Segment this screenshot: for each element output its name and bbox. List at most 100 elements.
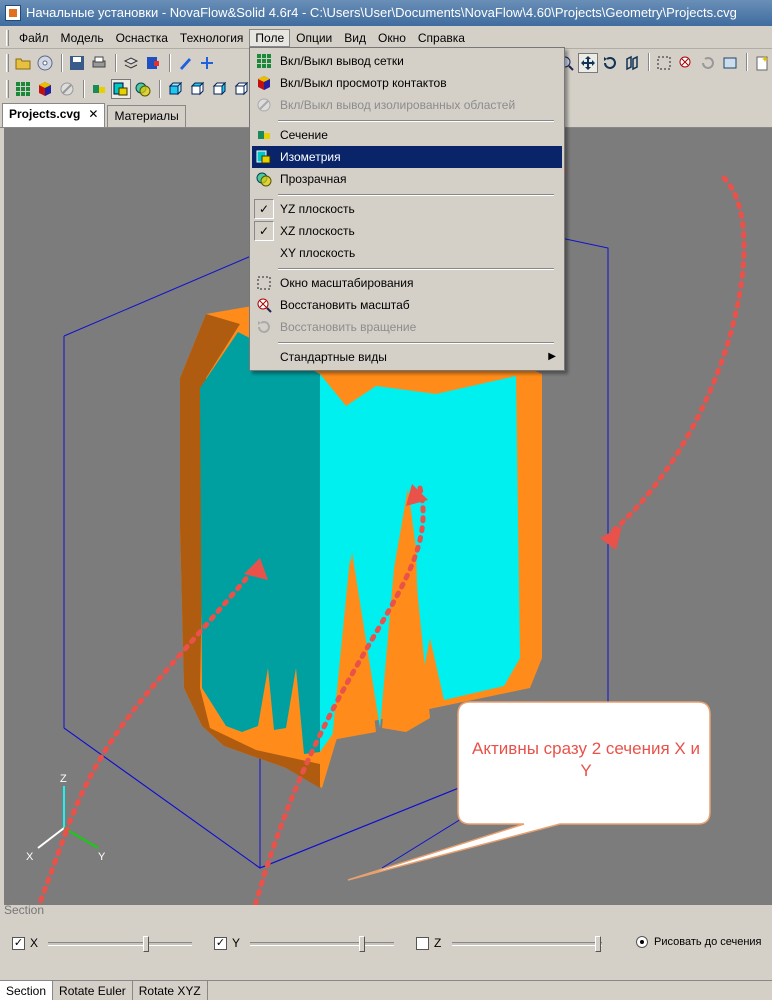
save-icon[interactable] xyxy=(67,53,87,73)
menu-item-label: XY плоскость xyxy=(280,246,356,260)
transparent-icon[interactable] xyxy=(133,79,153,99)
menu-file[interactable]: Файл xyxy=(13,29,55,47)
rotate-icon[interactable] xyxy=(600,53,620,73)
menu-help[interactable]: Справка xyxy=(412,29,471,47)
menu-item-label: Восстановить вращение xyxy=(280,320,417,334)
layers-icon[interactable] xyxy=(121,53,141,73)
restore-rotation-icon[interactable] xyxy=(698,53,718,73)
axis-icon[interactable] xyxy=(197,53,217,73)
menu-item-transparent[interactable]: Прозрачная xyxy=(252,168,562,190)
grid-icon xyxy=(256,53,272,69)
section-y-checkbox[interactable]: ✓ xyxy=(214,936,227,950)
isometry-icon[interactable] xyxy=(111,79,131,99)
export-icon[interactable] xyxy=(143,53,163,73)
menu-item-toggle-contacts[interactable]: Вкл/Выкл просмотр контактов xyxy=(252,72,562,94)
tab-label: Projects.cvg xyxy=(9,107,81,121)
menu-options[interactable]: Опции xyxy=(290,29,338,47)
menu-window[interactable]: Окно xyxy=(372,29,412,47)
restore-zoom-icon xyxy=(256,297,272,313)
menu-field[interactable]: Поле xyxy=(249,28,291,47)
menu-item-xz-plane[interactable]: ✓ XZ плоскость xyxy=(252,220,562,242)
grid-icon[interactable] xyxy=(13,79,33,99)
cube-contacts-icon xyxy=(256,75,272,91)
section-panel: ✓ X ✓ Y Z Рисовать до сечения xyxy=(4,928,772,964)
menu-item-label: Вкл/Выкл просмотр контактов xyxy=(280,76,447,90)
toolbar-separator xyxy=(159,80,161,98)
menu-tooling[interactable]: Оснастка xyxy=(110,29,174,47)
menu-item-yz-plane[interactable]: ✓ YZ плоскость xyxy=(252,198,562,220)
menu-technology[interactable]: Технология xyxy=(174,29,250,47)
menu-item-section[interactable]: Сечение xyxy=(252,124,562,146)
menu-item-toggle-isolated[interactable]: Вкл/Выкл вывод изолированных областей xyxy=(252,94,562,116)
menu-item-isometry[interactable]: Изометрия xyxy=(252,146,562,168)
tab-materials[interactable]: Материалы xyxy=(107,105,186,127)
restore-rotation-icon xyxy=(256,319,272,335)
section-y-slider-thumb[interactable] xyxy=(359,936,366,952)
menu-item-label: Восстановить масштаб xyxy=(280,298,410,312)
menu-grip xyxy=(6,29,9,46)
section-x-slider-thumb[interactable] xyxy=(142,936,149,952)
menu-item-label: XZ плоскость xyxy=(280,224,355,238)
pan-icon[interactable] xyxy=(578,53,598,73)
field-dropdown-menu: Вкл/Выкл вывод сетки Вкл/Выкл просмотр к… xyxy=(249,47,565,371)
axes-gizmo: Z X Y xyxy=(26,773,106,863)
new-document-icon[interactable] xyxy=(752,53,772,73)
view-top-cube-icon[interactable] xyxy=(187,79,207,99)
menu-separator xyxy=(278,342,554,344)
axis-x-label: X xyxy=(26,851,34,863)
toolbar-separator xyxy=(115,54,117,72)
open-icon[interactable] xyxy=(13,53,33,73)
toolbar-grip xyxy=(6,80,9,98)
callout-text: Активны сразу 2 сечения X и Y xyxy=(472,739,700,780)
section-icon[interactable] xyxy=(89,79,109,99)
axis-y-label: Y xyxy=(98,851,106,863)
menu-model[interactable]: Модель xyxy=(55,29,110,47)
tab-rotate-xyz[interactable]: Rotate XYZ xyxy=(133,981,208,1000)
view-iso-cube-icon[interactable] xyxy=(231,79,251,99)
menu-item-toggle-grid[interactable]: Вкл/Выкл вывод сетки xyxy=(252,50,562,72)
isometry-icon xyxy=(256,149,272,165)
window-icon[interactable] xyxy=(720,53,740,73)
menu-view[interactable]: Вид xyxy=(338,29,372,47)
toolbar-separator xyxy=(83,80,85,98)
section-y-label: Y xyxy=(232,936,241,950)
close-icon[interactable]: ✕ xyxy=(88,107,98,121)
section-x-checkbox[interactable]: ✓ xyxy=(12,936,25,950)
disk-icon[interactable] xyxy=(35,53,55,73)
menu-item-label: Сечение xyxy=(280,128,328,142)
tab-projects[interactable]: Projects.cvg ✕ xyxy=(2,103,106,127)
zoom-window-icon xyxy=(256,275,272,291)
section-y-slider[interactable] xyxy=(250,942,394,946)
transparent-icon xyxy=(256,171,272,187)
menu-item-restore-rotation[interactable]: Восстановить вращение xyxy=(252,316,562,338)
tab-rotate-euler[interactable]: Rotate Euler xyxy=(53,981,133,1000)
print-icon[interactable] xyxy=(89,53,109,73)
view-front-cube-icon[interactable] xyxy=(165,79,185,99)
section-z-slider[interactable] xyxy=(452,942,602,946)
axis-z-label: Z xyxy=(60,773,67,785)
view-tools-group xyxy=(556,53,772,73)
tab-section[interactable]: Section xyxy=(0,981,54,1000)
section-z-checkbox[interactable] xyxy=(416,936,429,950)
pencil-icon[interactable] xyxy=(175,53,195,73)
menu-item-label: YZ плоскость xyxy=(280,202,355,216)
menu-item-xy-plane[interactable]: XY плоскость xyxy=(252,242,562,264)
menu-item-restore-zoom[interactable]: Восстановить масштаб xyxy=(252,294,562,316)
section-z-slider-thumb[interactable] xyxy=(595,936,601,952)
menu-item-zoom-window[interactable]: Окно масштабирования xyxy=(252,272,562,294)
menu-item-label: Вкл/Выкл вывод изолированных областей xyxy=(280,98,516,112)
isolated-areas-icon[interactable] xyxy=(57,79,77,99)
draw-until-section-option[interactable]: Рисовать до сечения xyxy=(636,936,762,948)
draw-until-section-label: Рисовать до сечения xyxy=(654,936,762,948)
draw-until-section-radio[interactable] xyxy=(636,936,648,948)
section-x-control: ✓ X xyxy=(12,936,38,950)
toolbar-separator xyxy=(746,53,748,71)
view-side-cube-icon[interactable] xyxy=(209,79,229,99)
slice-icon[interactable] xyxy=(622,53,642,73)
menu-item-standard-views[interactable]: Стандартные виды ▶ xyxy=(252,346,562,368)
checkmark-icon: ✓ xyxy=(254,221,274,241)
section-x-slider[interactable] xyxy=(48,942,192,946)
restore-zoom-icon[interactable] xyxy=(676,53,696,73)
zoom-window-icon[interactable] xyxy=(654,53,674,73)
cube-contacts-icon[interactable] xyxy=(35,79,55,99)
